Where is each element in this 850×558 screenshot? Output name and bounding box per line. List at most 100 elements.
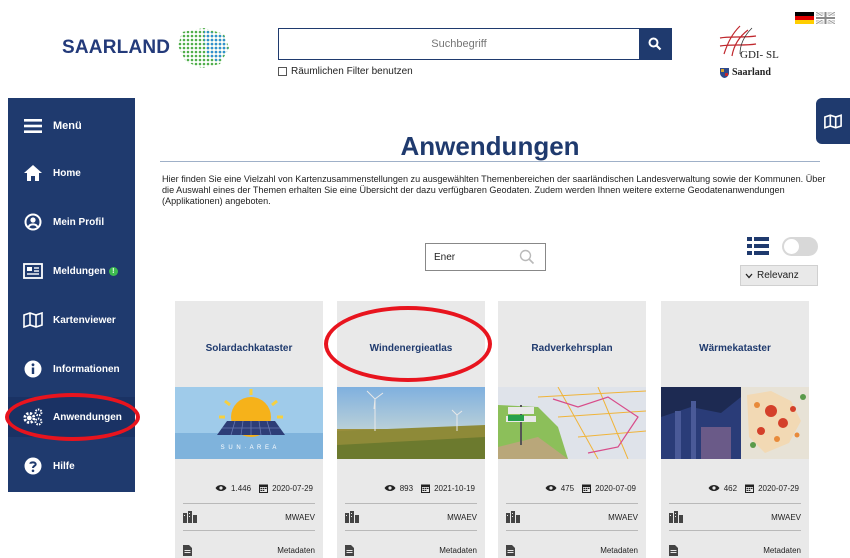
building-icon: [506, 511, 520, 523]
card-image: [498, 387, 646, 459]
card-title: Radverkehrsplan: [531, 343, 613, 354]
spatial-filter-row: Räumlichen Filter benutzen: [278, 66, 672, 77]
app-card-windenergieatlas[interactable]: Windenergieatlas 893 2021-10-19 MWAEV Me…: [337, 301, 485, 558]
document-icon: [345, 545, 354, 556]
building-icon: [183, 511, 197, 523]
card-image-caption: S U N · A R E A: [221, 445, 278, 451]
card-date: 2020-07-29: [272, 483, 313, 493]
card-title: Solardachkataster: [205, 343, 293, 354]
title-divider: [160, 161, 820, 162]
building-icon: [669, 511, 683, 523]
card-views: 893: [399, 483, 414, 493]
search-area: Räumlichen Filter benutzen: [278, 28, 672, 77]
eye-icon: [215, 485, 227, 491]
card-metadata-link[interactable]: Metadaten: [277, 546, 315, 555]
help-icon: [22, 455, 44, 477]
sidebar-item-menu[interactable]: Menü: [8, 106, 135, 146]
sidebar-item-mapviewer[interactable]: Kartenviewer: [8, 300, 135, 340]
page: SAARLAND Suchbegriff Räumlichen Filter b…: [0, 0, 850, 558]
search-icon: [519, 249, 535, 265]
card-metadata-row[interactable]: Metadaten: [506, 545, 638, 556]
card-metadata-link[interactable]: Metadaten: [600, 546, 638, 555]
eye-icon: [384, 485, 396, 491]
card-divider: [183, 530, 315, 531]
card-divider: [506, 503, 638, 504]
card-org: MWAEV: [285, 512, 315, 522]
app-filter-input[interactable]: Ener: [425, 243, 546, 271]
card-org-row: MWAEV: [669, 511, 801, 523]
app-card-radverkehrsplan[interactable]: Radverkehrsplan 475 2020-07-09 MWAEV Met…: [498, 301, 646, 558]
app-filter-value: Ener: [434, 251, 456, 263]
card-metadata-row[interactable]: Metadaten: [345, 545, 477, 556]
card-image: [337, 387, 485, 459]
page-title: Anwendungen: [400, 131, 580, 161]
card-stats: 462 2020-07-29: [661, 483, 809, 493]
sidebar-item-label: Menü: [53, 120, 82, 132]
eye-icon: [545, 485, 557, 491]
sidebar-item-help[interactable]: Hilfe: [8, 446, 135, 486]
sidebar-item-home[interactable]: Home: [8, 153, 135, 193]
gdi-sub-label: Saarland: [732, 67, 771, 78]
coat-of-arms-icon: [720, 67, 729, 78]
document-icon: [506, 545, 515, 556]
logo-text: SAARLAND: [62, 37, 171, 58]
spatial-filter-checkbox[interactable]: [278, 67, 287, 76]
card-views: 475: [560, 483, 575, 493]
app-card-waermekataster[interactable]: Wärmekataster 462 2020-07-29 MWAEV Metad…: [661, 301, 809, 558]
german-flag-icon[interactable]: [795, 12, 814, 24]
document-icon: [183, 545, 192, 556]
gdi-sl-logo[interactable]: GDI- SL Saarland: [718, 24, 798, 84]
info-icon: [22, 358, 44, 380]
card-divider: [345, 503, 477, 504]
document-icon: [669, 545, 678, 556]
toggle-knob: [784, 239, 799, 254]
card-stats: 475 2020-07-09: [498, 483, 646, 493]
card-metadata-link[interactable]: Metadaten: [763, 546, 801, 555]
intro-text: Hier finden Sie eine Vielzahl von Karten…: [162, 174, 826, 206]
calendar-icon: [745, 484, 755, 493]
sort-select[interactable]: Relevanz: [740, 265, 818, 286]
card-views: 1.446: [231, 483, 252, 493]
card-org-row: MWAEV: [345, 511, 477, 523]
building-icon: [345, 511, 359, 523]
card-title: Windenergieatlas: [369, 343, 453, 354]
map-panel-toggle[interactable]: [816, 98, 850, 144]
uk-flag-icon[interactable]: [816, 12, 835, 24]
sidebar: Menü Home Mein Profil Meldungen ! Karten…: [8, 98, 135, 492]
card-divider: [669, 503, 801, 504]
view-toggle-switch[interactable]: [782, 237, 818, 256]
card-divider: [506, 530, 638, 531]
notification-badge: !: [108, 266, 118, 276]
sidebar-item-label: Meldungen: [53, 265, 106, 277]
card-metadata-row[interactable]: Metadaten: [183, 545, 315, 556]
card-org-row: MWAEV: [506, 511, 638, 523]
sidebar-item-info[interactable]: Informationen: [8, 349, 135, 389]
app-card-solardachkataster[interactable]: Solardachkataster S U N · A R E A 1.446 …: [175, 301, 323, 558]
card-date: 2020-07-29: [758, 483, 799, 493]
saarland-logo[interactable]: SAARLAND: [62, 26, 232, 70]
card-metadata-link[interactable]: Metadaten: [439, 546, 477, 555]
user-icon: [22, 211, 44, 233]
card-divider: [669, 530, 801, 531]
map-icon: [22, 309, 44, 331]
search-input[interactable]: [279, 29, 639, 59]
card-org: MWAEV: [447, 512, 477, 522]
sidebar-item-news[interactable]: Meldungen !: [8, 251, 135, 291]
hamburger-icon: [22, 115, 44, 137]
card-date: 2020-07-09: [595, 483, 636, 493]
newspaper-icon: [22, 260, 44, 282]
calendar-icon: [421, 484, 431, 493]
gears-icon: [22, 406, 44, 428]
card-metadata-row[interactable]: Metadaten: [669, 545, 801, 556]
sidebar-item-profile[interactable]: Mein Profil: [8, 202, 135, 242]
card-date: 2021-10-19: [434, 483, 475, 493]
list-view-icon[interactable]: [747, 236, 769, 256]
saarland-map-icon: [178, 28, 230, 68]
search-button[interactable]: [639, 29, 671, 59]
sidebar-item-applications[interactable]: Anwendungen: [8, 397, 135, 437]
eye-icon: [708, 485, 720, 491]
sidebar-item-label: Home: [53, 167, 81, 179]
card-divider: [345, 530, 477, 531]
card-org-row: MWAEV: [183, 511, 315, 523]
card-image: S U N · A R E A: [175, 387, 323, 459]
